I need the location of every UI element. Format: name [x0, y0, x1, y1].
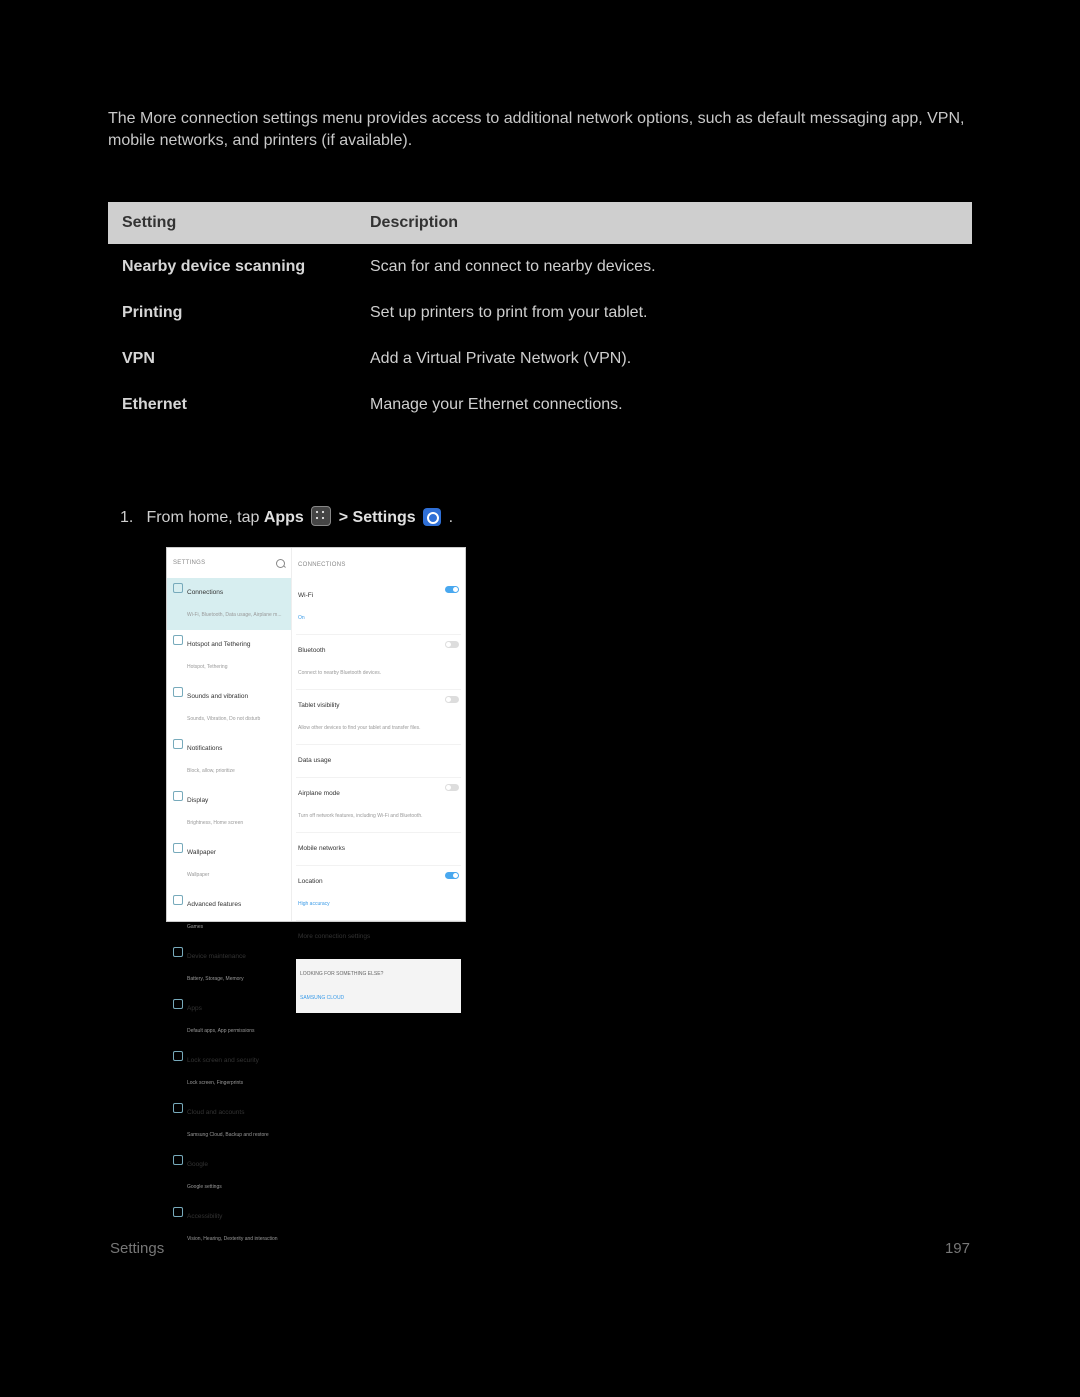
- sidebar-item-icon: [173, 1155, 183, 1165]
- connection-row: Data usage: [296, 744, 461, 777]
- step-settings-label: Settings: [353, 509, 416, 526]
- connection-row: Wi-FiOn: [296, 580, 461, 634]
- sidebar-item-icon: [173, 791, 183, 801]
- sidebar-item-icon: [173, 947, 183, 957]
- toggle-icon: [445, 696, 459, 703]
- sidebar-item: Cloud and accountsSamsung Cloud, Backup …: [167, 1098, 291, 1150]
- table-row: VPN Add a Virtual Private Network (VPN).: [108, 336, 972, 382]
- setting-name: Printing: [108, 290, 356, 336]
- connection-row: Airplane modeTurn off network features, …: [296, 777, 461, 832]
- setting-name: Ethernet: [108, 382, 356, 428]
- step-sep: >: [339, 509, 353, 526]
- instruction-step: 1. From home, tap Apps > Settings .: [108, 506, 972, 529]
- shot-sidebar: SETTINGS ConnectionsWi-Fi, Bluetooth, Da…: [167, 548, 292, 921]
- step-text-post: .: [449, 509, 453, 526]
- table-header-row: Setting Description: [108, 202, 972, 244]
- th-setting: Setting: [108, 202, 356, 244]
- setting-desc: Add a Virtual Private Network (VPN).: [356, 336, 972, 382]
- shot-content: CONNECTIONS Wi-FiOnBluetoothConnect to n…: [292, 548, 465, 921]
- footer-page-number: 197: [945, 1238, 970, 1260]
- looking-for-title: LOOKING FOR SOMETHING ELSE?: [300, 963, 457, 985]
- toggle-icon: [445, 784, 459, 791]
- shot-left-title: SETTINGS: [173, 552, 205, 574]
- apps-icon: [311, 506, 331, 526]
- table-row: Printing Set up printers to print from y…: [108, 290, 972, 336]
- setting-name: Nearby device scanning: [108, 244, 356, 290]
- settings-table: Setting Description Nearby device scanni…: [108, 202, 972, 428]
- sidebar-item: Sounds and vibrationSounds, Vibration, D…: [167, 682, 291, 734]
- connection-row: Tablet visibilityAllow other devices to …: [296, 689, 461, 744]
- sidebar-item: Hotspot and TetheringHotspot, Tethering: [167, 630, 291, 682]
- looking-for-link: SAMSUNG CLOUD: [300, 987, 457, 1009]
- step-text-pre: From home, tap: [146, 509, 263, 526]
- embedded-screenshot: SETTINGS ConnectionsWi-Fi, Bluetooth, Da…: [166, 547, 466, 922]
- table-row: Nearby device scanning Scan for and conn…: [108, 244, 972, 290]
- sidebar-item: AppsDefault apps, App permissions: [167, 994, 291, 1046]
- connection-row: LocationHigh accuracy: [296, 865, 461, 920]
- sidebar-item-icon: [173, 895, 183, 905]
- sidebar-item-icon: [173, 1207, 183, 1217]
- sidebar-item-icon: [173, 1051, 183, 1061]
- search-icon: [276, 559, 285, 568]
- setting-desc: Set up printers to print from your table…: [356, 290, 972, 336]
- shot-right-title: CONNECTIONS: [296, 552, 461, 580]
- looking-for-box: LOOKING FOR SOMETHING ELSE? SAMSUNG CLOU…: [296, 959, 461, 1013]
- step-apps-label: Apps: [264, 509, 304, 526]
- step-number: 1.: [120, 507, 142, 529]
- sidebar-item: Device maintenanceBattery, Storage, Memo…: [167, 942, 291, 994]
- toggle-icon: [445, 641, 459, 648]
- intro-paragraph: The More connection settings menu provid…: [108, 108, 972, 152]
- shot-sidebar-header: SETTINGS: [167, 548, 291, 578]
- sidebar-item: ConnectionsWi-Fi, Bluetooth, Data usage,…: [167, 578, 291, 630]
- sidebar-item-icon: [173, 999, 183, 1009]
- sidebar-item-icon: [173, 635, 183, 645]
- setting-desc: Scan for and connect to nearby devices.: [356, 244, 972, 290]
- sidebar-item-icon: [173, 583, 183, 593]
- table-row: Ethernet Manage your Ethernet connection…: [108, 382, 972, 428]
- sidebar-item: Lock screen and securityLock screen, Fin…: [167, 1046, 291, 1098]
- sidebar-item: WallpaperWallpaper: [167, 838, 291, 890]
- th-description: Description: [356, 202, 972, 244]
- sidebar-item-icon: [173, 843, 183, 853]
- toggle-icon: [445, 586, 459, 593]
- toggle-icon: [445, 872, 459, 879]
- sidebar-item: GoogleGoogle settings: [167, 1150, 291, 1202]
- sidebar-item: NotificationsBlock, allow, prioritize: [167, 734, 291, 786]
- connection-row: More connection settings: [296, 920, 461, 953]
- settings-gear-icon: [423, 508, 441, 526]
- setting-name: VPN: [108, 336, 356, 382]
- sidebar-item: DisplayBrightness, Home screen: [167, 786, 291, 838]
- sidebar-item-icon: [173, 739, 183, 749]
- connection-row: BluetoothConnect to nearby Bluetooth dev…: [296, 634, 461, 689]
- sidebar-item: Advanced featuresGames: [167, 890, 291, 942]
- page-footer: Settings 197: [108, 1238, 972, 1260]
- footer-section: Settings: [110, 1238, 164, 1260]
- sidebar-item-icon: [173, 687, 183, 697]
- sidebar-item-icon: [173, 1103, 183, 1113]
- setting-desc: Manage your Ethernet connections.: [356, 382, 972, 428]
- connection-row: Mobile networks: [296, 832, 461, 865]
